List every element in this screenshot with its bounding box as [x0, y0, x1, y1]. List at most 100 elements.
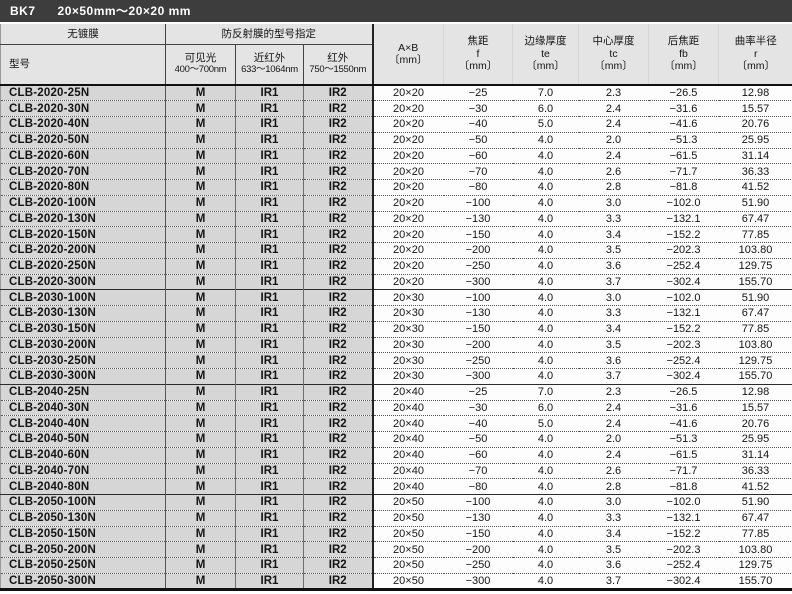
focal-length-cell: −40: [444, 117, 513, 133]
size-cell: 20×30: [373, 353, 444, 369]
table-row: CLB-2040-30NMIR1IR220×40−306.02.4−31.615…: [1, 400, 792, 416]
ir-coating-cell: IR2: [304, 180, 373, 196]
back-focal-cell: −31.6: [649, 101, 719, 117]
size-cell: 20×20: [373, 101, 444, 117]
ir-coating-cell: IR2: [304, 117, 373, 133]
nir-coating-cell: IR1: [236, 195, 304, 211]
column-header-near-infrared: 近红外633〜1064nm: [236, 44, 304, 85]
table-row: CLB-2020-200NMIR1IR220×20−2004.03.5−202.…: [1, 243, 792, 259]
back-focal-cell: −302.4: [649, 369, 719, 385]
nir-coating-cell: IR1: [236, 526, 304, 542]
vis-coating-cell: M: [166, 369, 236, 385]
edge-thickness-cell: 4.0: [513, 148, 579, 164]
center-thickness-cell: 2.3: [579, 384, 649, 400]
edge-thickness-cell: 7.0: [513, 384, 579, 400]
vis-coating-cell: M: [166, 274, 236, 290]
table-row: CLB-2030-100NMIR1IR220×30−1004.03.0−102.…: [1, 290, 792, 306]
nir-coating-cell: IR1: [236, 479, 304, 495]
nir-coating-cell: IR1: [236, 243, 304, 259]
radius-cell: 103.80: [719, 542, 792, 558]
edge-thickness-cell: 7.0: [513, 85, 579, 101]
table-body: CLB-2020-25NMIR1IR220×20−257.02.3−26.512…: [1, 85, 792, 589]
edge-thickness-cell: 4.0: [513, 211, 579, 227]
focal-length-cell: −100: [444, 290, 513, 306]
back-focal-cell: −41.6: [649, 117, 719, 133]
model-cell: CLB-2020-130N: [1, 211, 166, 227]
back-focal-cell: −252.4: [649, 353, 719, 369]
edge-thickness-cell: 4.0: [513, 164, 579, 180]
radius-cell: 77.85: [719, 227, 792, 243]
radius-cell: 36.33: [719, 463, 792, 479]
back-focal-cell: −71.7: [649, 463, 719, 479]
focal-length-cell: −50: [444, 432, 513, 448]
center-thickness-cell: 2.8: [579, 479, 649, 495]
ir-coating-cell: IR2: [304, 573, 373, 589]
back-focal-cell: −31.6: [649, 400, 719, 416]
radius-cell: 15.57: [719, 101, 792, 117]
size-cell: 20×20: [373, 164, 444, 180]
ir-coating-cell: IR2: [304, 211, 373, 227]
model-cell: CLB-2040-30N: [1, 400, 166, 416]
table-row: CLB-2040-80NMIR1IR220×40−804.02.8−81.841…: [1, 479, 792, 495]
edge-thickness-cell: 6.0: [513, 400, 579, 416]
back-focal-cell: −41.6: [649, 416, 719, 432]
edge-thickness-cell: 4.0: [513, 573, 579, 589]
table-row: CLB-2020-100NMIR1IR220×20−1004.03.0−102.…: [1, 195, 792, 211]
size-range-label: 20×50mm〜20×20 mm: [58, 4, 191, 18]
size-cell: 20×50: [373, 526, 444, 542]
column-header-radius: 曲率半径r〔mm〕: [719, 24, 792, 85]
focal-length-cell: −150: [444, 526, 513, 542]
radius-cell: 129.75: [719, 258, 792, 274]
back-focal-cell: −132.1: [649, 306, 719, 322]
table-row: CLB-2030-250NMIR1IR220×30−2504.03.6−252.…: [1, 353, 792, 369]
size-cell: 20×20: [373, 117, 444, 133]
back-focal-cell: −51.3: [649, 132, 719, 148]
vis-coating-cell: M: [166, 542, 236, 558]
vis-coating-cell: M: [166, 321, 236, 337]
back-focal-cell: −132.1: [649, 510, 719, 526]
column-header-visible: 可见光400〜700nm: [166, 44, 236, 85]
edge-thickness-cell: 4.0: [513, 463, 579, 479]
center-thickness-cell: 2.4: [579, 148, 649, 164]
model-cell: CLB-2020-80N: [1, 180, 166, 196]
table-row: CLB-2050-100NMIR1IR220×50−1004.03.0−102.…: [1, 495, 792, 511]
nir-coating-cell: IR1: [236, 211, 304, 227]
model-cell: CLB-2050-130N: [1, 510, 166, 526]
edge-thickness-cell: 4.0: [513, 369, 579, 385]
center-thickness-cell: 3.4: [579, 227, 649, 243]
table-row: CLB-2040-70NMIR1IR220×40−704.02.6−71.736…: [1, 463, 792, 479]
model-cell: CLB-2050-250N: [1, 558, 166, 574]
back-focal-cell: −202.3: [649, 337, 719, 353]
nir-coating-cell: IR1: [236, 132, 304, 148]
model-cell: CLB-2020-300N: [1, 274, 166, 290]
ir-coating-cell: IR2: [304, 495, 373, 511]
model-cell: CLB-2020-100N: [1, 195, 166, 211]
radius-cell: 51.90: [719, 195, 792, 211]
column-header-center-thickness: 中心厚度tc〔mm〕: [579, 24, 649, 85]
ir-coating-cell: IR2: [304, 353, 373, 369]
table-row: CLB-2040-60NMIR1IR220×40−604.02.4−61.531…: [1, 447, 792, 463]
column-header-size: A×B〔mm〕: [373, 24, 444, 85]
center-thickness-cell: 2.4: [579, 117, 649, 133]
model-cell: CLB-2030-200N: [1, 337, 166, 353]
vis-coating-cell: M: [166, 400, 236, 416]
edge-thickness-cell: 4.0: [513, 558, 579, 574]
radius-cell: 20.76: [719, 416, 792, 432]
material-label: BK7: [10, 4, 36, 18]
vis-coating-cell: M: [166, 495, 236, 511]
center-thickness-cell: 2.3: [579, 85, 649, 101]
vis-coating-cell: M: [166, 337, 236, 353]
ir-coating-cell: IR2: [304, 558, 373, 574]
ir-coating-cell: IR2: [304, 164, 373, 180]
edge-thickness-cell: 4.0: [513, 495, 579, 511]
nir-coating-cell: IR1: [236, 227, 304, 243]
radius-cell: 36.33: [719, 164, 792, 180]
focal-length-cell: −70: [444, 164, 513, 180]
model-cell: CLB-2020-30N: [1, 101, 166, 117]
vis-coating-cell: M: [166, 117, 236, 133]
center-thickness-cell: 2.4: [579, 101, 649, 117]
vis-coating-cell: M: [166, 510, 236, 526]
size-cell: 20×40: [373, 447, 444, 463]
focal-length-cell: −30: [444, 400, 513, 416]
edge-thickness-cell: 4.0: [513, 510, 579, 526]
